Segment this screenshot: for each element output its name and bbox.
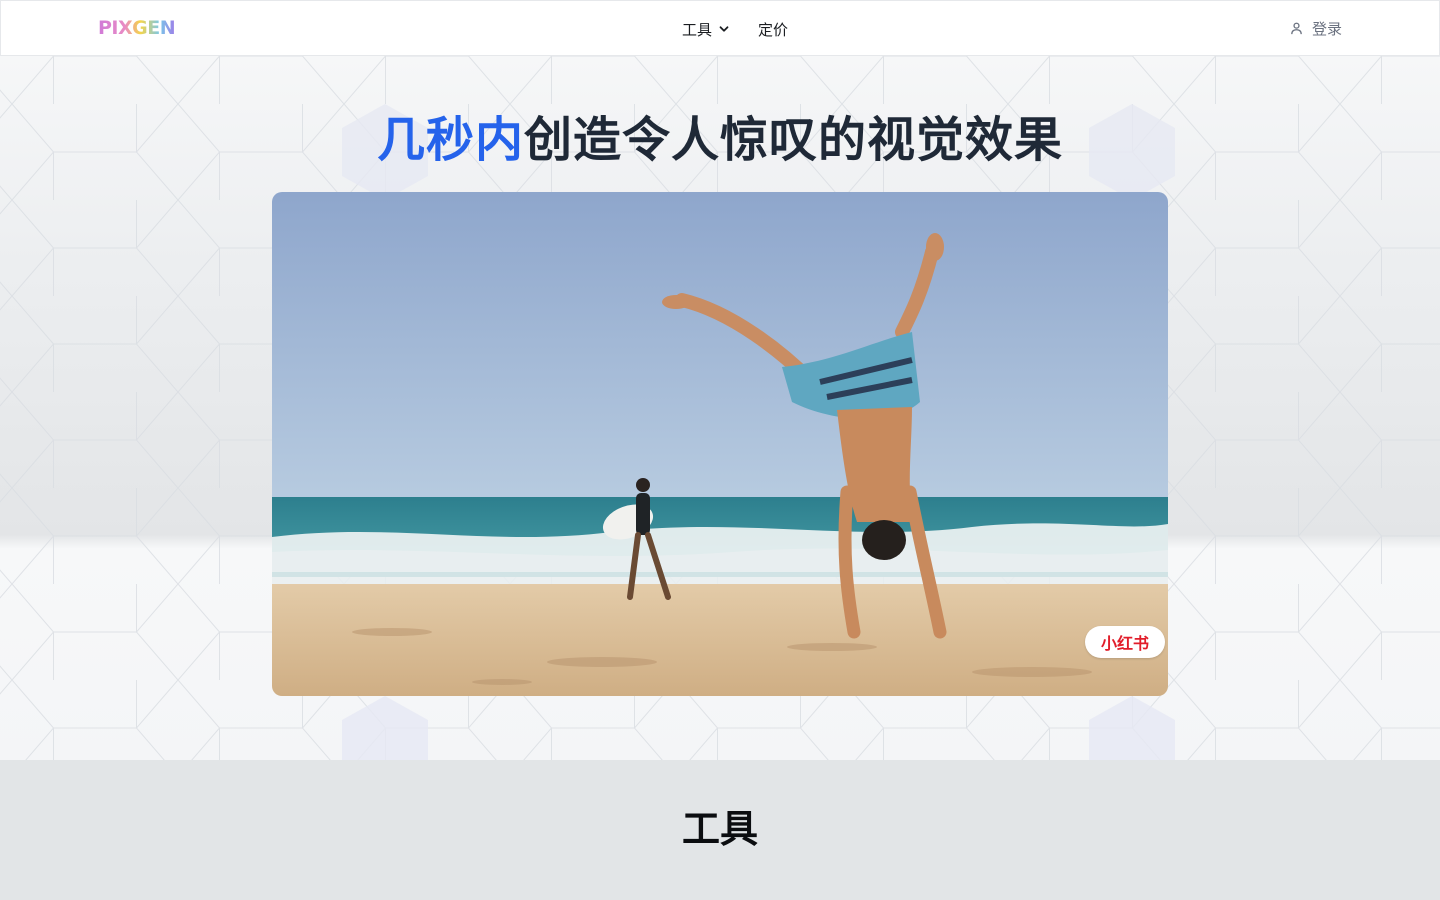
nav-pricing-label: 定价 (758, 20, 789, 39)
login-button[interactable]: 登录 (1289, 18, 1342, 39)
chevron-down-icon (719, 26, 729, 32)
user-icon (1291, 22, 1302, 35)
pixgen-logo[interactable]: PIXGEN (98, 17, 176, 41)
hero-showcase-image: 小红书 (272, 192, 1168, 696)
top-navbar: PIXGEN 工具 定价 登录 (0, 0, 1440, 56)
tools-section-heading: 工具 (681, 807, 758, 851)
main-nav: 工具 定价 (682, 18, 788, 40)
nav-tools-label: 工具 (682, 20, 713, 39)
hero-section: 几秒内创造令人惊叹的视觉效果 小红书 (0, 56, 1440, 760)
xiaohongshu-watermark-badge: 小红书 (1084, 626, 1165, 658)
nav-pricing-link[interactable]: 定价 (758, 18, 788, 40)
hero-title-accent: 几秒内 (376, 112, 524, 168)
login-label: 登录 (1312, 20, 1343, 38)
hero-title-rest: 创造令人惊叹的视觉效果 (524, 112, 1064, 168)
beach-handstand-photo (272, 192, 1168, 696)
nav-tools-dropdown[interactable]: 工具 (682, 18, 730, 40)
hero-title: 几秒内创造令人惊叹的视觉效果 (0, 100, 1440, 170)
